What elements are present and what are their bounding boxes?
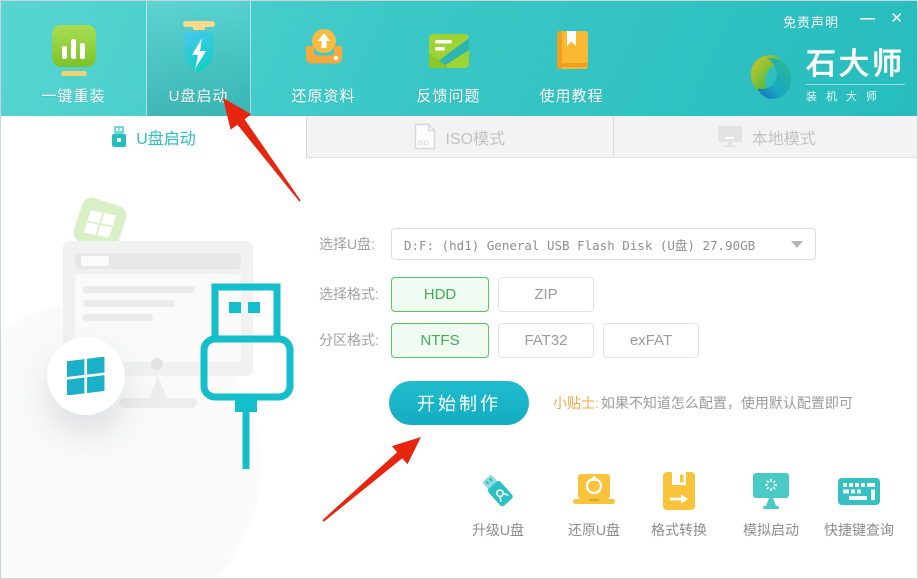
- utility-label: 格式转换: [651, 520, 707, 540]
- utility-hotkey-lookup[interactable]: 快捷键查询: [814, 469, 904, 540]
- usb-select[interactable]: D:F: (hd1) General USB Flash Disk (U盘) 2…: [391, 228, 816, 260]
- format-option-hdd[interactable]: HDD: [391, 277, 489, 312]
- nav-label: 还原资料: [291, 85, 355, 106]
- nav-item-restore-data[interactable]: 还原资料: [271, 1, 376, 116]
- logo-subtitle: 装机大师: [806, 84, 905, 104]
- nav-item-feedback[interactable]: 反馈问题: [396, 1, 501, 116]
- tab-label: 本地模式: [752, 125, 816, 149]
- tab-label: ISO模式: [445, 125, 505, 149]
- arrow-to-start-button: [322, 437, 421, 522]
- nav-label: 反馈问题: [416, 85, 480, 106]
- nav-label: 一键重装: [41, 85, 105, 106]
- utility-upgrade-usb[interactable]: 升级U盘: [453, 469, 543, 540]
- book-icon: [546, 21, 598, 79]
- usb-drive-icon: [477, 469, 519, 513]
- utility-label: 还原U盘: [568, 520, 620, 540]
- logo-swirl-icon: [746, 51, 796, 103]
- utility-label: 升级U盘: [472, 520, 524, 540]
- brand-logo: 石大师 装机大师: [746, 49, 905, 104]
- partition-option-ntfs[interactable]: NTFS: [391, 323, 489, 358]
- utility-label: 快捷键查询: [824, 520, 894, 540]
- tab-iso-mode[interactable]: ISO ISO模式: [307, 116, 614, 157]
- restore-tray-icon: [298, 21, 350, 79]
- partition-label: 分区格式:: [319, 323, 393, 358]
- tab-local-mode[interactable]: 本地模式: [614, 116, 918, 157]
- nav-item-reinstall[interactable]: 一键重装: [21, 1, 126, 116]
- nav-label: U盘启动: [169, 85, 229, 106]
- utility-format-convert[interactable]: 格式转换: [634, 469, 724, 540]
- partition-option-exfat[interactable]: exFAT: [603, 323, 699, 358]
- tip-body: 如果不知道怎么配置，使用默认配置即可: [601, 395, 853, 411]
- nav-item-usb-boot[interactable]: U盘启动: [146, 1, 251, 116]
- app-window: 一键重装 U盘启动: [0, 0, 918, 579]
- usb-select-value: D:F: (hd1) General USB Flash Disk (U盘) 2…: [404, 235, 791, 254]
- windows-logo-badge: [47, 337, 125, 415]
- format-label: 选择格式:: [319, 277, 393, 312]
- partition-option-fat32[interactable]: FAT32: [498, 323, 594, 358]
- format-option-zip[interactable]: ZIP: [498, 277, 594, 312]
- utility-label: 模拟启动: [743, 520, 799, 540]
- usb-select-label: 选择U盘:: [319, 228, 393, 260]
- usb-stick-icon: [111, 126, 127, 148]
- nav-item-tutorial[interactable]: 使用教程: [519, 1, 624, 116]
- monitor-boot-icon: [750, 469, 792, 513]
- nav-label: 使用教程: [539, 85, 603, 106]
- close-button[interactable]: ✕: [890, 9, 903, 29]
- svg-text:ISO: ISO: [418, 140, 429, 147]
- minimize-button[interactable]: —: [860, 9, 875, 29]
- envelope-icon: [423, 21, 475, 79]
- tip-text: 小贴士:如果不知道怎么配置，使用默认配置即可: [553, 381, 853, 425]
- chevron-down-icon: [791, 241, 803, 248]
- shield-bolt-icon: [173, 21, 225, 79]
- monitor-icon: [717, 125, 743, 148]
- tip-prefix: 小贴士:: [553, 395, 599, 411]
- laptop-restore-icon: [571, 469, 617, 513]
- tab-usb-boot[interactable]: U盘启动: [1, 116, 306, 158]
- chart-icon: [48, 21, 100, 79]
- tab-strip: ISO ISO模式 本地模式: [306, 116, 918, 158]
- floppy-convert-icon: [661, 469, 697, 513]
- usb-plug-icon: [197, 283, 297, 473]
- logo-title: 石大师: [806, 49, 905, 81]
- disclaimer-link[interactable]: 免责声明: [783, 12, 839, 31]
- monitor-base: [119, 398, 197, 408]
- tab-label: U盘启动: [136, 125, 196, 149]
- monitor-stand: [149, 375, 167, 399]
- utility-simulate-boot[interactable]: 模拟启动: [726, 469, 816, 540]
- iso-file-icon: ISO: [414, 123, 436, 150]
- windows-flag-icon: [67, 357, 105, 395]
- start-button[interactable]: 开始制作: [389, 381, 529, 425]
- utility-restore-usb[interactable]: 还原U盘: [549, 469, 639, 540]
- keyboard-icon: [836, 469, 882, 513]
- header: 一键重装 U盘启动: [1, 1, 918, 116]
